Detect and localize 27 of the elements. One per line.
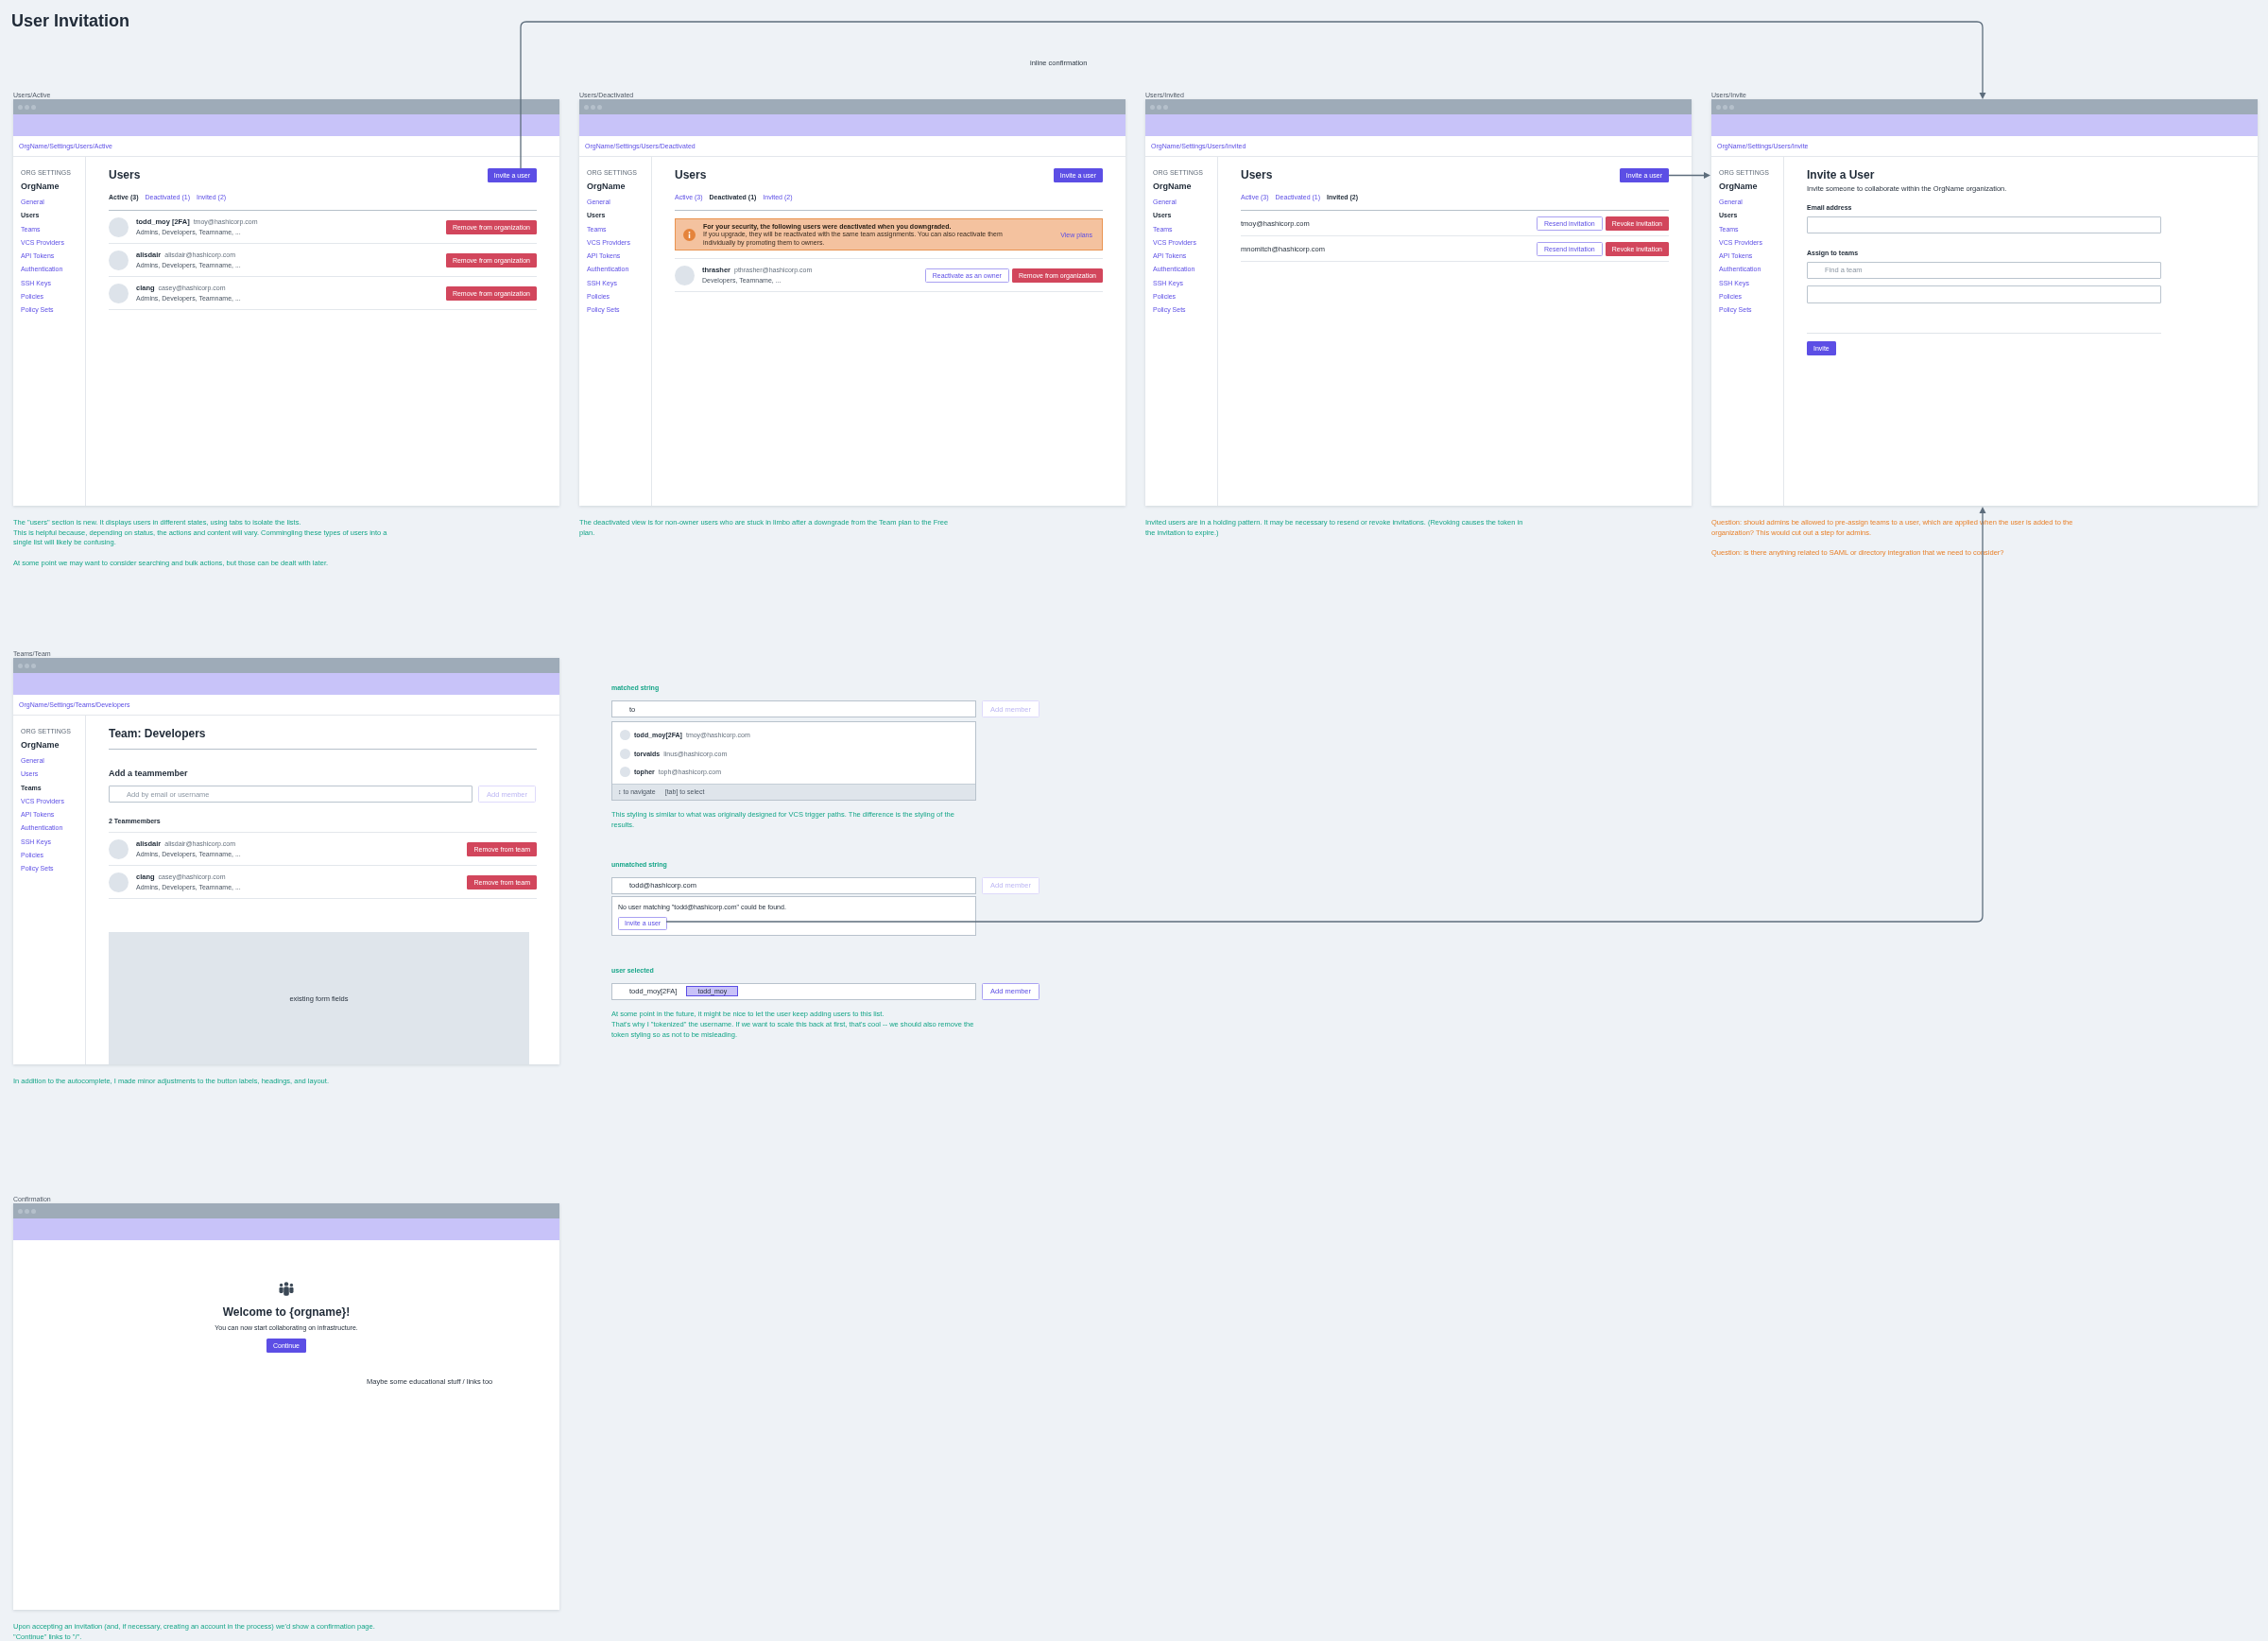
- people-icon: [278, 1282, 295, 1296]
- avatar-icon: [109, 838, 129, 859]
- page-heading: Users: [675, 168, 707, 182]
- welcome-heading: Welcome to {orgname}!: [222, 1304, 351, 1320]
- connector-arrow: [1668, 172, 1710, 179]
- avatar-icon: [109, 283, 129, 303]
- org-name: OrgName: [1153, 181, 1192, 192]
- input-field[interactable]: [1807, 216, 2161, 233]
- avatar-icon: [109, 250, 129, 270]
- avatar-icon: [620, 730, 630, 741]
- avatar-icon: [109, 216, 129, 237]
- page-heading: Users: [109, 168, 141, 182]
- avatar-icon: [675, 265, 695, 285]
- info-icon: [683, 228, 696, 241]
- input-field[interactable]: [1807, 285, 2161, 303]
- org-name: OrgName: [587, 181, 626, 192]
- page-heading: Users: [1241, 168, 1273, 182]
- section-heading: Add a teammember: [109, 769, 188, 779]
- page-heading: Invite a User: [1807, 168, 1875, 182]
- avatar-icon: [109, 872, 129, 892]
- org-name: OrgName: [21, 740, 60, 751]
- avatar-icon: [620, 748, 630, 759]
- org-name: OrgName: [1719, 181, 1758, 192]
- page-heading: Team: Developers: [109, 727, 206, 741]
- org-name: OrgName: [21, 181, 60, 192]
- avatar-icon: [620, 767, 630, 778]
- page-title: User Invitation: [11, 11, 130, 31]
